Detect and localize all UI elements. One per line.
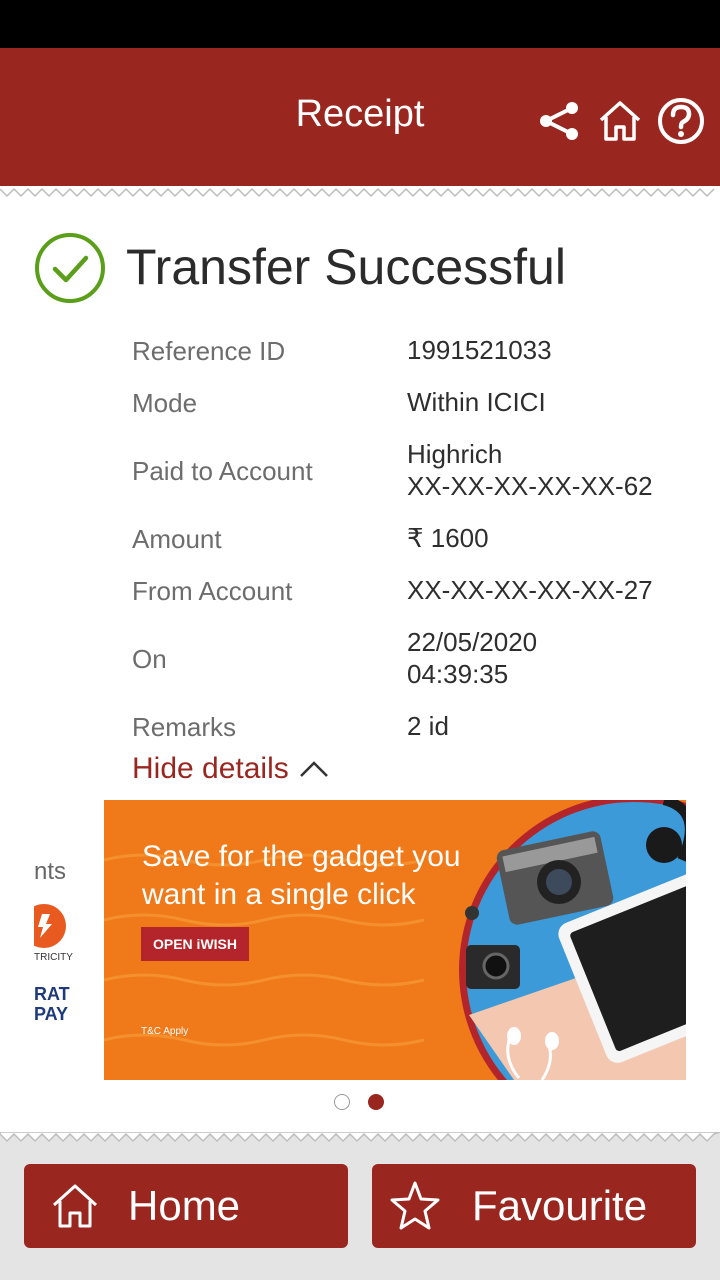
lightning-icon xyxy=(34,904,66,948)
label-on: On xyxy=(132,644,167,674)
home-button[interactable]: Home xyxy=(24,1164,348,1248)
peek-text: nts xyxy=(34,858,67,885)
peek-electricity: TRICITY xyxy=(34,952,73,963)
status-bar xyxy=(0,0,720,48)
label-reference-id: Reference ID xyxy=(132,336,286,366)
promo-banner[interactable]: nts TRICITY RAT PAY Save for the gadget … xyxy=(34,800,686,1080)
peek-pay: PAY xyxy=(34,1004,69,1024)
hide-details-label: Hide details xyxy=(132,752,289,785)
value-remarks: 2 id xyxy=(407,711,449,741)
peek-rat: RAT xyxy=(34,984,70,1004)
terms-text: T&C Apply xyxy=(141,1026,189,1037)
label-from-account: From Account xyxy=(132,576,293,606)
home-icon xyxy=(52,1184,98,1228)
favourite-button-label: Favourite xyxy=(472,1182,648,1229)
label-remarks: Remarks xyxy=(132,712,237,742)
carousel-dot-1[interactable] xyxy=(334,1094,350,1110)
value-amount: ₹ 1600 xyxy=(407,523,489,553)
label-mode: Mode xyxy=(132,388,198,418)
value-paid-to-account: Highrich XX-XX-XX-XX-XX-62 xyxy=(407,439,653,501)
banner-headline: Save for the gadget you want in a single… xyxy=(142,838,461,914)
previous-slide-peek: nts TRICITY RAT PAY xyxy=(34,800,104,1080)
star-icon xyxy=(390,1181,440,1230)
receipt-edge-bottom xyxy=(0,1132,720,1146)
receipt-edge-top xyxy=(0,186,720,200)
label-paid-to-account: Paid to Account xyxy=(132,456,313,486)
open-iwish-button[interactable]: OPEN iWISH xyxy=(141,927,249,961)
share-icon[interactable] xyxy=(534,96,584,146)
value-on: 22/05/2020 04:39:35 xyxy=(407,627,538,689)
banner-line-2: want in a single click xyxy=(142,878,416,911)
success-title: Transfer Successful xyxy=(126,239,566,295)
value-reference-id: 1991521033 xyxy=(407,335,552,365)
help-icon[interactable] xyxy=(656,96,706,146)
header: Receipt xyxy=(0,48,720,186)
hide-details-link[interactable]: Hide details xyxy=(132,752,329,786)
label-amount: Amount xyxy=(132,524,222,554)
check-circle-icon xyxy=(35,233,105,303)
home-icon[interactable] xyxy=(595,96,645,146)
carousel-indicator xyxy=(334,1094,388,1114)
chevron-up-icon xyxy=(299,761,328,777)
home-button-label: Home xyxy=(128,1182,241,1229)
carousel-dot-2[interactable] xyxy=(368,1094,384,1110)
value-mode: Within ICICI xyxy=(407,387,546,417)
value-from-account: XX-XX-XX-XX-XX-27 xyxy=(407,575,653,605)
favourite-button[interactable]: Favourite xyxy=(372,1164,696,1248)
banner-line-1: Save for the gadget you xyxy=(142,840,461,873)
